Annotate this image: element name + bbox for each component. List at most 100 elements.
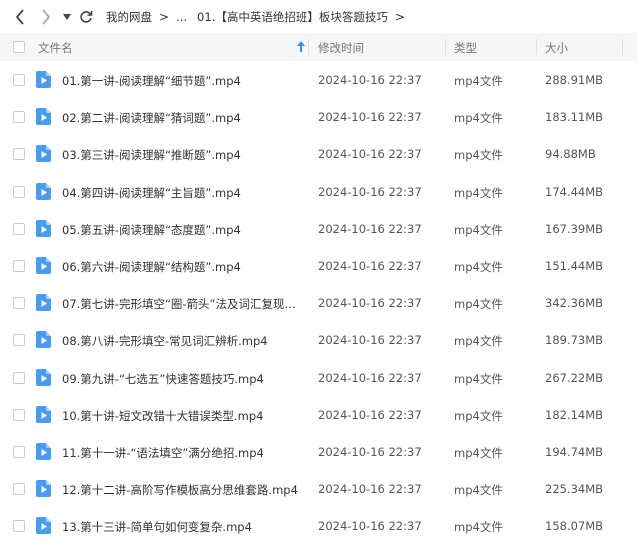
file-type: mp4文件 bbox=[454, 222, 503, 237]
column-header-time[interactable]: 修改时间 bbox=[318, 40, 364, 56]
row-checkbox[interactable] bbox=[13, 148, 25, 161]
file-size: 342.36MB bbox=[545, 296, 604, 311]
file-type: mp4文件 bbox=[454, 148, 503, 163]
column-divider[interactable] bbox=[536, 39, 537, 55]
table-row[interactable]: 09.第九讲-“七选五”快速答题技巧.mp4 2024-10-16 22:37 … bbox=[0, 359, 637, 396]
file-type: mp4文件 bbox=[454, 111, 503, 126]
video-file-icon bbox=[36, 108, 51, 126]
table-row[interactable]: 07.第七讲-完形填空“圈-箭头”法及词汇复现... 2024-10-16 22… bbox=[0, 284, 637, 321]
breadcrumb-separator: > bbox=[394, 9, 405, 24]
row-checkbox[interactable] bbox=[13, 259, 25, 272]
breadcrumb-item-root[interactable]: 我的网盘 bbox=[106, 9, 152, 25]
file-name[interactable]: 05.第五讲-阅读理解“态度题”.mp4 bbox=[62, 222, 241, 238]
table-row[interactable]: 13.第十三讲-简单句如何变复杂.mp4 2024-10-16 22:37 mp… bbox=[0, 507, 637, 544]
row-checkbox[interactable] bbox=[13, 74, 25, 86]
breadcrumb-separator: > bbox=[159, 9, 170, 24]
file-size: 167.39MB bbox=[545, 221, 604, 236]
row-checkbox[interactable] bbox=[13, 483, 25, 496]
row-checkbox[interactable] bbox=[13, 445, 25, 458]
table-row[interactable]: 04.第四讲-阅读理解“主旨题”.mp4 2024-10-16 22:37 mp… bbox=[0, 173, 637, 210]
file-modified-time: 2024-10-16 22:37 bbox=[318, 221, 422, 236]
file-name[interactable]: 06.第六讲-阅读理解“结构题”.mp4 bbox=[62, 259, 241, 275]
caret-down-icon bbox=[63, 13, 71, 20]
table-row[interactable]: 02.第二讲-阅读理解“猜词题”.mp4 2024-10-16 22:37 mp… bbox=[0, 98, 637, 135]
table-row[interactable]: 01.第一讲-阅读理解“细节题”.mp4 2024-10-16 22:37 mp… bbox=[0, 61, 637, 98]
row-checkbox[interactable] bbox=[13, 297, 25, 310]
video-file-icon bbox=[36, 368, 51, 386]
file-size: 151.44MB bbox=[545, 258, 604, 273]
history-dropdown-button[interactable] bbox=[60, 7, 74, 27]
file-name[interactable]: 07.第七讲-完形填空“圈-箭头”法及词汇复现... bbox=[62, 296, 295, 312]
file-size: 189.73MB bbox=[545, 333, 604, 348]
breadcrumb-item-current[interactable]: 01.【高中英语绝招班】板块答题技巧 bbox=[197, 9, 388, 25]
file-name[interactable]: 09.第九讲-“七选五”快速答题技巧.mp4 bbox=[62, 371, 264, 387]
refresh-button[interactable] bbox=[76, 7, 96, 27]
video-file-icon bbox=[36, 442, 51, 460]
table-row[interactable]: 05.第五讲-阅读理解“态度题”.mp4 2024-10-16 22:37 mp… bbox=[0, 210, 637, 247]
row-checkbox[interactable] bbox=[13, 185, 25, 198]
file-name[interactable]: 08.第八讲-完形填空-常见词汇辨析.mp4 bbox=[62, 333, 268, 349]
file-name[interactable]: 12.第十二讲-高阶写作模板高分思维套路.mp4 bbox=[62, 482, 298, 498]
file-modified-time: 2024-10-16 22:37 bbox=[318, 519, 422, 534]
table-row[interactable]: 08.第八讲-完形填空-常见词汇辨析.mp4 2024-10-16 22:37 … bbox=[0, 321, 637, 358]
file-name[interactable]: 03.第三讲-阅读理解“推断题”.mp4 bbox=[62, 147, 241, 163]
file-modified-time: 2024-10-16 22:37 bbox=[318, 407, 422, 422]
file-name[interactable]: 02.第二讲-阅读理解“猜词题”.mp4 bbox=[62, 110, 241, 126]
forward-button[interactable] bbox=[36, 7, 56, 27]
file-size: 174.44MB bbox=[545, 184, 604, 199]
video-file-icon bbox=[36, 256, 51, 274]
row-checkbox[interactable] bbox=[13, 371, 25, 384]
table-row[interactable]: 12.第十二讲-高阶写作模板高分思维套路.mp4 2024-10-16 22:3… bbox=[0, 470, 637, 507]
file-type: mp4文件 bbox=[454, 371, 503, 386]
file-modified-time: 2024-10-16 22:37 bbox=[318, 444, 422, 459]
file-name[interactable]: 13.第十三讲-简单句如何变复杂.mp4 bbox=[62, 519, 252, 535]
file-type: mp4文件 bbox=[454, 297, 503, 312]
chevron-left-icon bbox=[15, 8, 24, 25]
video-file-icon bbox=[36, 145, 51, 163]
file-size: 182.14MB bbox=[545, 407, 604, 422]
file-type: mp4文件 bbox=[454, 445, 503, 460]
file-modified-time: 2024-10-16 22:37 bbox=[318, 110, 422, 125]
file-list: 01.第一讲-阅读理解“细节题”.mp4 2024-10-16 22:37 mp… bbox=[0, 61, 637, 544]
table-row[interactable]: 11.第十一讲-“语法填空”满分绝招.mp4 2024-10-16 22:37 … bbox=[0, 433, 637, 470]
video-file-icon bbox=[36, 182, 51, 200]
table-row[interactable]: 10.第十讲-短文改错十大错误类型.mp4 2024-10-16 22:37 m… bbox=[0, 396, 637, 433]
table-row[interactable]: 06.第六讲-阅读理解“结构题”.mp4 2024-10-16 22:37 mp… bbox=[0, 247, 637, 284]
file-modified-time: 2024-10-16 22:37 bbox=[318, 296, 422, 311]
refresh-icon bbox=[80, 10, 93, 23]
breadcrumb-item-ellipsis[interactable]: ... bbox=[176, 10, 187, 24]
file-name[interactable]: 01.第一讲-阅读理解“细节题”.mp4 bbox=[62, 73, 241, 89]
file-name[interactable]: 04.第四讲-阅读理解“主旨题”.mp4 bbox=[62, 185, 241, 201]
row-checkbox[interactable] bbox=[13, 334, 25, 347]
column-header-name[interactable]: 文件名 bbox=[38, 40, 73, 56]
column-header-size[interactable]: 大小 bbox=[545, 40, 568, 56]
row-checkbox[interactable] bbox=[13, 520, 25, 533]
video-file-icon bbox=[36, 480, 51, 498]
column-header-type[interactable]: 类型 bbox=[454, 40, 477, 56]
video-file-icon bbox=[36, 405, 51, 423]
file-name[interactable]: 11.第十一讲-“语法填空”满分绝招.mp4 bbox=[62, 445, 264, 461]
breadcrumb: 我的网盘 > ... 01.【高中英语绝招班】板块答题技巧 > bbox=[106, 9, 412, 25]
toolbar: 我的网盘 > ... 01.【高中英语绝招班】板块答题技巧 > bbox=[0, 0, 637, 33]
table-header: 文件名 修改时间 类型 大小 bbox=[0, 33, 637, 61]
file-type: mp4文件 bbox=[454, 483, 503, 498]
file-modified-time: 2024-10-16 22:37 bbox=[318, 184, 422, 199]
column-divider[interactable] bbox=[308, 39, 309, 55]
row-checkbox[interactable] bbox=[13, 111, 25, 124]
column-divider[interactable] bbox=[445, 39, 446, 55]
back-button[interactable] bbox=[10, 7, 30, 27]
file-size: 225.34MB bbox=[545, 482, 604, 497]
sort-ascending-icon[interactable] bbox=[297, 41, 305, 52]
file-modified-time: 2024-10-16 22:37 bbox=[318, 147, 422, 162]
file-type: mp4文件 bbox=[454, 74, 503, 88]
row-checkbox[interactable] bbox=[13, 222, 25, 235]
table-row[interactable]: 03.第三讲-阅读理解“推断题”.mp4 2024-10-16 22:37 mp… bbox=[0, 135, 637, 172]
file-name[interactable]: 10.第十讲-短文改错十大错误类型.mp4 bbox=[62, 408, 263, 424]
column-divider[interactable] bbox=[622, 39, 623, 55]
file-type: mp4文件 bbox=[454, 259, 503, 274]
file-modified-time: 2024-10-16 22:37 bbox=[318, 73, 422, 87]
row-checkbox[interactable] bbox=[13, 408, 25, 421]
video-file-icon bbox=[36, 71, 51, 88]
select-all-checkbox[interactable] bbox=[13, 41, 25, 53]
file-modified-time: 2024-10-16 22:37 bbox=[318, 258, 422, 273]
